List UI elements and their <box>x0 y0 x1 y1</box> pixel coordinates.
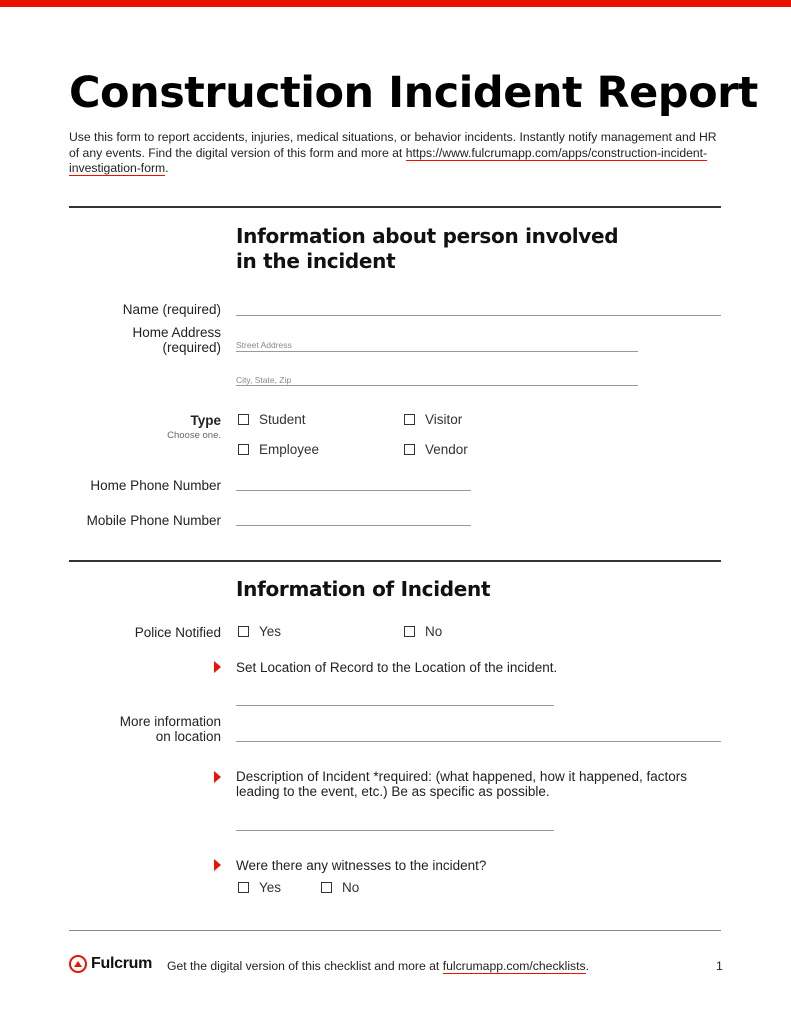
address-label-line: Home Address <box>132 325 221 340</box>
section-title-line: Information about person involved <box>236 224 619 248</box>
more-info-label-line: on location <box>155 729 221 744</box>
fulcrum-logo-icon <box>69 955 87 973</box>
section-title-incident: Information of Incident <box>236 577 491 601</box>
top-accent-bar <box>0 0 791 7</box>
checkbox-icon[interactable] <box>404 626 415 637</box>
intro-end: . <box>165 161 169 175</box>
description-prompt: Description of Incident *required: (what… <box>236 769 688 799</box>
option-label: Employee <box>259 442 320 457</box>
section-title-person: Information about person involved in the… <box>236 224 619 274</box>
type-sublabel: Choose one. <box>167 430 221 441</box>
checkbox-icon[interactable] <box>238 444 249 455</box>
option-label: Yes <box>259 880 282 895</box>
checkbox-icon[interactable] <box>404 444 415 455</box>
red-arrow-icon <box>214 859 221 871</box>
address-label-line: (required) <box>162 340 221 355</box>
police-option-yes[interactable]: Yes <box>238 624 281 639</box>
name-label: Name (required) <box>122 302 221 317</box>
option-label: Vendor <box>425 442 468 457</box>
city-state-zip-field[interactable] <box>236 385 638 386</box>
footer-text-body: Get the digital version of this checklis… <box>167 959 443 973</box>
location-prompt: Set Location of Record to the Location o… <box>236 660 558 675</box>
home-phone-label: Home Phone Number <box>90 478 221 493</box>
more-info-label-line: More information <box>119 714 221 729</box>
checkbox-icon[interactable] <box>238 882 249 893</box>
option-label: Yes <box>259 624 282 639</box>
address-label: Home Address (required) <box>132 325 221 355</box>
intro-paragraph: Use this form to report accidents, injur… <box>69 130 719 177</box>
red-arrow-icon <box>214 661 221 673</box>
type-option-employee[interactable]: Employee <box>238 442 319 457</box>
checkbox-icon[interactable] <box>321 882 332 893</box>
mobile-phone-field[interactable] <box>236 525 471 526</box>
checkbox-icon[interactable] <box>238 626 249 637</box>
footer-text: Get the digital version of this checklis… <box>167 959 590 974</box>
location-field[interactable] <box>236 705 554 706</box>
option-label: No <box>425 624 443 639</box>
section-divider <box>69 206 721 208</box>
witness-option-no[interactable]: No <box>321 880 359 895</box>
footer-text-end: . <box>585 959 590 973</box>
type-option-vendor[interactable]: Vendor <box>404 442 468 457</box>
checkbox-icon[interactable] <box>238 414 249 425</box>
witness-prompt: Were there any witnesses to the incident… <box>236 858 487 873</box>
city-hint: City, State, Zip <box>236 375 292 385</box>
red-arrow-icon <box>214 771 221 783</box>
type-option-visitor[interactable]: Visitor <box>404 412 462 427</box>
name-field[interactable] <box>236 315 721 316</box>
page-number: 1 <box>716 959 723 973</box>
section-divider <box>69 560 721 562</box>
page-title: Construction Incident Report <box>69 68 758 118</box>
street-hint: Street Address <box>236 340 292 350</box>
type-option-student[interactable]: Student <box>238 412 306 427</box>
option-label: Visitor <box>425 412 463 427</box>
fulcrum-logo: Fulcrum <box>69 955 152 973</box>
type-label: Type <box>190 413 221 428</box>
footer-divider <box>69 930 721 931</box>
street-address-field[interactable] <box>236 351 638 352</box>
option-label: Student <box>259 412 306 427</box>
mobile-phone-label: Mobile Phone Number <box>86 513 221 528</box>
checkbox-icon[interactable] <box>404 414 415 425</box>
section-title-line: in the incident <box>236 249 396 273</box>
more-info-location-field[interactable] <box>236 741 721 742</box>
brand-name: Fulcrum <box>91 955 153 972</box>
police-option-no[interactable]: No <box>404 624 442 639</box>
home-phone-field[interactable] <box>236 490 471 491</box>
option-label: No <box>342 880 360 895</box>
more-info-label: More information on location <box>120 714 221 744</box>
checklists-link[interactable]: fulcrumapp.com/checklists <box>442 959 586 974</box>
police-notified-label: Police Notified <box>134 625 221 640</box>
witness-option-yes[interactable]: Yes <box>238 880 281 895</box>
description-field[interactable] <box>236 830 554 831</box>
